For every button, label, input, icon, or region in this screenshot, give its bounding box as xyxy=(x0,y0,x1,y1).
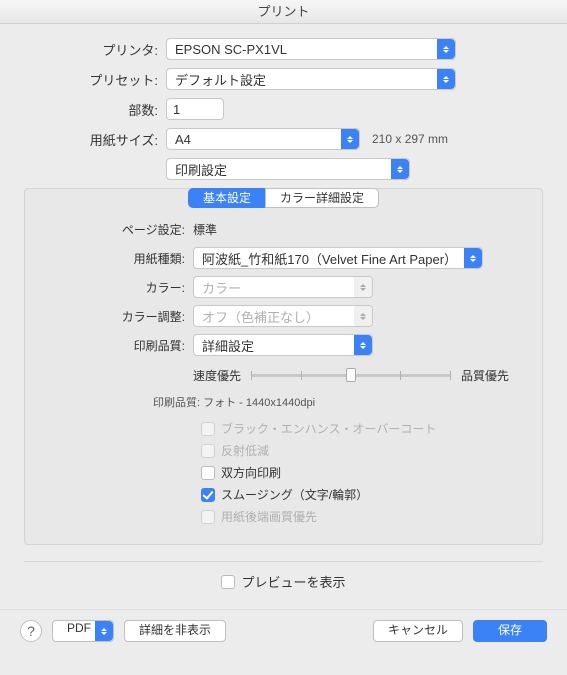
printer-label: プリンタ: xyxy=(24,40,166,59)
dropdown-caret-icon xyxy=(464,248,482,268)
dropdown-caret-icon xyxy=(354,306,372,326)
section-select-value: 印刷設定 xyxy=(175,160,227,179)
dropdown-caret-icon xyxy=(341,129,359,149)
color-adjust-label: カラー調整: xyxy=(29,308,193,325)
paper-dimensions: 210 x 297 mm xyxy=(372,132,448,146)
copies-label: 部数: xyxy=(24,100,166,119)
window-title: プリント xyxy=(0,0,567,24)
option-label: スムージング（文字/輪郭） xyxy=(221,486,368,503)
save-button[interactable]: 保存 xyxy=(473,620,547,642)
option-label: ブラック・エンハンス・オーバーコート xyxy=(221,420,436,437)
section-select[interactable]: 印刷設定 xyxy=(166,158,410,180)
color-label: カラー: xyxy=(29,279,193,296)
tab-basic[interactable]: 基本設定 xyxy=(188,188,265,208)
color-value: カラー xyxy=(202,278,241,297)
dropdown-caret-icon xyxy=(437,39,455,59)
print-quality-label: 印刷品質: xyxy=(29,337,193,354)
checkbox-row: 用紙後端画質優先 xyxy=(29,508,522,525)
color-select: カラー xyxy=(193,276,373,298)
help-button[interactable]: ? xyxy=(20,620,42,642)
show-preview-label: プレビューを表示 xyxy=(241,572,345,591)
media-type-label: 用紙種類: xyxy=(29,250,193,267)
option-checkbox[interactable] xyxy=(201,466,215,480)
media-type-value: 阿波紙_竹和紙170（Velvet Fine Art Paper） xyxy=(202,249,457,268)
cancel-button[interactable]: キャンセル xyxy=(373,620,463,642)
tab-color-detail[interactable]: カラー詳細設定 xyxy=(265,188,379,208)
preset-select[interactable]: デフォルト設定 xyxy=(166,68,456,90)
pdf-menu-button[interactable]: PDF xyxy=(52,620,114,642)
checkbox-row: ブラック・エンハンス・オーバーコート xyxy=(29,420,522,437)
option-checkbox xyxy=(201,444,215,458)
slider-left-label: 速度優先 xyxy=(193,367,241,384)
dropdown-caret-icon xyxy=(354,277,372,297)
color-adjust-select: オフ（色補正なし） xyxy=(193,305,373,327)
dropdown-caret-icon xyxy=(95,621,113,641)
option-checkbox xyxy=(201,510,215,524)
checkbox-row: スムージング（文字/輪郭） xyxy=(29,486,522,503)
dropdown-caret-icon xyxy=(391,159,409,179)
page-setting-label: ページ設定: xyxy=(29,221,193,238)
dropdown-caret-icon xyxy=(437,69,455,89)
page-setting-value: 標準 xyxy=(193,221,217,238)
details-toggle-button[interactable]: 詳細を非表示 xyxy=(124,620,226,642)
paper-size-select[interactable]: A4 xyxy=(166,128,360,150)
option-checkbox[interactable] xyxy=(201,488,215,502)
copies-input[interactable] xyxy=(166,98,224,120)
paper-size-label: 用紙サイズ: xyxy=(24,130,166,149)
option-label: 双方向印刷 xyxy=(221,464,281,481)
dropdown-caret-icon xyxy=(354,335,372,355)
checkbox-row: 反射低減 xyxy=(29,442,522,459)
print-quality-select[interactable]: 詳細設定 xyxy=(193,334,373,356)
preset-select-value: デフォルト設定 xyxy=(175,70,266,89)
preset-label: プリセット: xyxy=(24,70,166,89)
paper-size-value: A4 xyxy=(175,132,191,147)
printer-select[interactable]: EPSON SC-PX1VL xyxy=(166,38,456,60)
slider-thumb[interactable] xyxy=(346,368,356,382)
checkbox-row: 双方向印刷 xyxy=(29,464,522,481)
color-adjust-value: オフ（色補正なし） xyxy=(202,307,319,326)
quality-slider[interactable] xyxy=(251,365,451,385)
slider-right-label: 品質優先 xyxy=(461,367,509,384)
option-checkbox xyxy=(201,422,215,436)
printer-select-value: EPSON SC-PX1VL xyxy=(175,42,287,57)
quality-note: 印刷品質: フォト - 1440x1440dpi xyxy=(153,394,522,410)
divider xyxy=(24,561,543,562)
show-preview-checkbox[interactable] xyxy=(221,575,235,589)
print-quality-value: 詳細設定 xyxy=(202,336,254,355)
option-label: 用紙後端画質優先 xyxy=(221,508,317,525)
pdf-menu-label: PDF xyxy=(67,621,91,635)
option-label: 反射低減 xyxy=(221,442,269,459)
media-type-select[interactable]: 阿波紙_竹和紙170（Velvet Fine Art Paper） xyxy=(193,247,483,269)
print-settings-panel: 基本設定 カラー詳細設定 ページ設定: 標準 用紙種類: 阿波紙_竹和紙170（… xyxy=(24,188,543,545)
